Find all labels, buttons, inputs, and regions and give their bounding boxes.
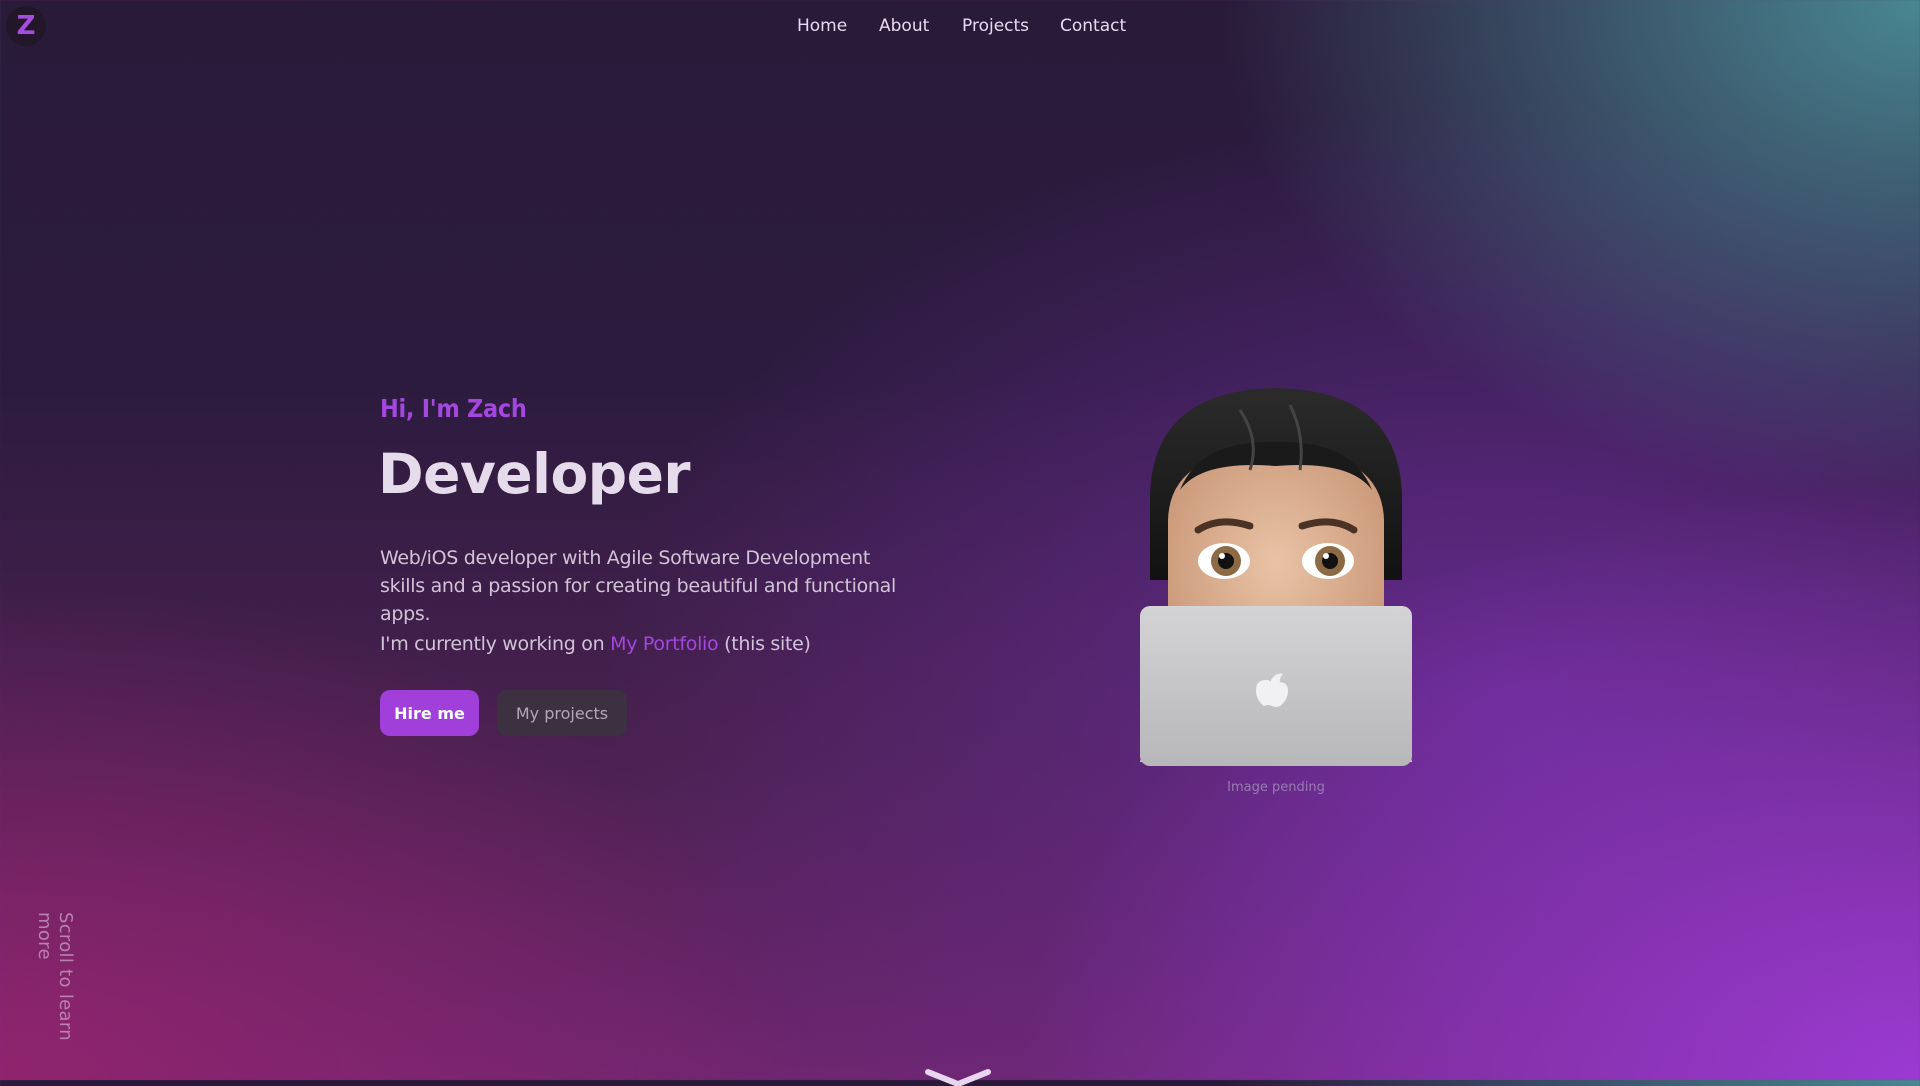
nav-projects[interactable]: Projects [962,12,1029,40]
current-work-prefix: I'm currently working on [380,633,605,655]
nav-about[interactable]: About [879,12,929,40]
memoji-avatar-icon [1140,388,1412,766]
hire-me-button[interactable]: Hire me [380,690,479,736]
nav-contact[interactable]: Contact [1060,12,1126,40]
avatar-caption: Image pending [1227,780,1325,795]
hero-description: Web/iOS developer with Agile Software De… [380,547,896,625]
hero-title: Developer [378,442,691,506]
chevron-down-icon[interactable] [924,1066,992,1086]
scroll-hint: Scroll to learn more [34,912,76,1041]
nav-home[interactable]: Home [797,12,847,40]
current-work-suffix: (this site) [724,633,811,655]
portfolio-link[interactable]: My Portfolio [610,633,719,655]
top-nav: Home About Projects Contact [0,12,1920,40]
hero-greeting: Hi, I'm Zach [380,394,527,423]
current-work: I'm currently working on My Portfolio (t… [380,630,811,658]
avatar [1120,380,1432,766]
my-projects-button[interactable]: My projects [497,690,627,736]
